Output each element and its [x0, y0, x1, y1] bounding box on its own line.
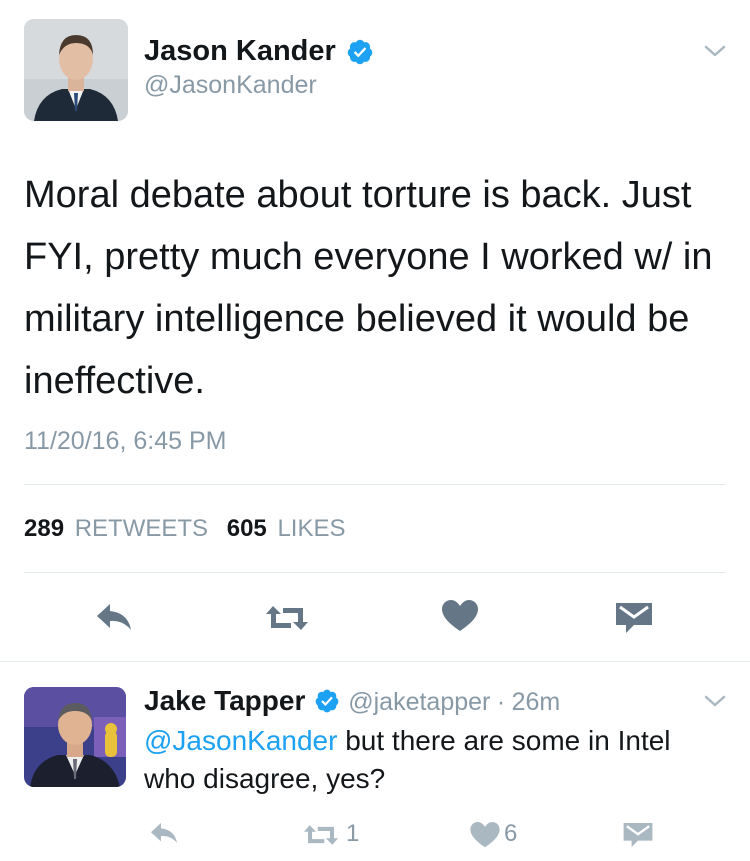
avatar[interactable]	[24, 19, 128, 121]
heart-icon[interactable]	[442, 600, 478, 632]
chevron-down-icon[interactable]	[702, 42, 728, 60]
retweet-label[interactable]: RETWEETS	[75, 515, 208, 542]
tweet-text: Moral debate about torture is back. Just…	[24, 174, 713, 402]
tweet-timestamp[interactable]: 11/20/16, 6:45 PM	[24, 426, 226, 456]
reply-avatar[interactable]	[24, 687, 126, 787]
tweet-stats: 289 RETWEETS 605 LIKES	[24, 514, 346, 544]
like-count[interactable]: 605	[227, 515, 267, 542]
verified-icon	[314, 688, 340, 714]
author-handle[interactable]: @JasonKander	[144, 70, 317, 100]
heart-icon[interactable]	[470, 822, 500, 848]
reply-author-handle[interactable]: @jaketapper	[348, 688, 490, 716]
reply-text: @JasonKander but there are some in Intel…	[144, 722, 704, 798]
reply-retweet-count[interactable]: 1	[346, 820, 359, 848]
reply-author-name[interactable]: Jake Tapper	[144, 685, 305, 716]
like-label[interactable]: LIKES	[277, 515, 345, 542]
retweet-icon[interactable]	[302, 822, 340, 848]
reply-header: Jake Tapper @jaketapper · 26m	[144, 685, 560, 717]
reply-time[interactable]: 26m	[512, 688, 561, 716]
reply-icon[interactable]	[94, 600, 134, 634]
reply-mention-link[interactable]: @JasonKander	[144, 725, 337, 756]
dm-icon[interactable]	[614, 601, 654, 635]
divider	[24, 484, 726, 485]
chevron-down-icon[interactable]	[702, 692, 728, 710]
retweet-count[interactable]: 289	[24, 515, 64, 542]
section-divider	[0, 661, 750, 662]
dm-icon[interactable]	[622, 821, 654, 849]
divider	[24, 572, 726, 573]
retweet-icon[interactable]	[264, 602, 310, 634]
reply-icon[interactable]	[148, 820, 180, 846]
author-name[interactable]: Jason Kander	[144, 34, 336, 68]
reply-separator: ·	[496, 688, 506, 716]
verified-icon	[346, 38, 374, 66]
reply-like-count[interactable]: 6	[504, 820, 517, 848]
